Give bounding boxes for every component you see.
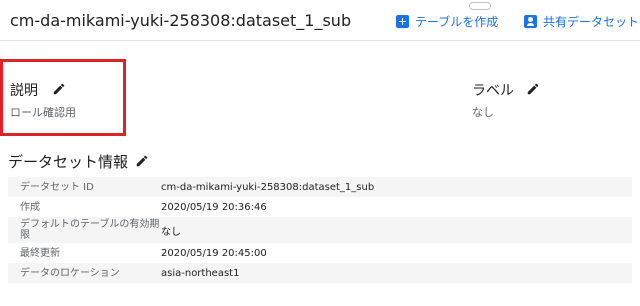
edit-dataset-info-button[interactable] <box>135 154 149 168</box>
info-key: 最終更新 <box>20 247 60 259</box>
person-add-icon <box>524 15 537 28</box>
info-key: データセット ID <box>20 181 94 193</box>
share-dataset-label: 共有データセット <box>543 15 640 29</box>
edit-description-button[interactable] <box>52 82 66 96</box>
dataset-details-panel: cm-da-mikami-yuki-258308:dataset_1_sub テ… <box>0 0 640 306</box>
table-row: 最終更新 2020/05/19 20:45:00 <box>8 243 632 263</box>
labels-label: ラベル <box>472 83 514 99</box>
pencil-icon <box>53 83 65 95</box>
info-value: 2020/05/19 20:36:46 <box>161 201 267 213</box>
table-row: データセット ID cm-da-mikami-yuki-258308:datas… <box>8 177 632 197</box>
share-dataset-button[interactable]: 共有データセット <box>524 13 639 30</box>
info-value: なし <box>161 226 181 238</box>
edit-labels-button[interactable] <box>526 82 540 96</box>
pencil-icon <box>136 155 148 167</box>
info-value: cm-da-mikami-yuki-258308:dataset_1_sub <box>161 181 375 193</box>
info-key: デフォルトのテーブルの有効期限 <box>20 219 160 241</box>
pencil-icon <box>527 83 539 95</box>
dataset-info-table: データセット ID cm-da-mikami-yuki-258308:datas… <box>8 177 632 283</box>
labels-value: なし <box>472 106 494 119</box>
dataset-info-heading: データセット情報 <box>8 153 129 171</box>
table-row: データのロケーション asia-northeast1 <box>8 263 632 283</box>
info-key: データのロケーション <box>20 267 120 279</box>
plus-icon <box>396 15 409 28</box>
create-table-label: テーブルを作成 <box>415 15 499 29</box>
info-key: 作成 <box>20 201 40 213</box>
create-table-button[interactable]: テーブルを作成 <box>396 13 498 30</box>
dataset-title: cm-da-mikami-yuki-258308:dataset_1_sub <box>10 11 352 30</box>
table-row: デフォルトのテーブルの有効期限 なし <box>8 217 632 243</box>
description-value: ロール確認用 <box>10 106 76 119</box>
info-value: 2020/05/19 20:45:00 <box>161 247 267 259</box>
table-row: 作成 2020/05/19 20:36:46 <box>8 197 632 217</box>
dataset-header: cm-da-mikami-yuki-258308:dataset_1_sub テ… <box>0 0 640 41</box>
description-label: 説明 <box>10 83 38 99</box>
info-value: asia-northeast1 <box>161 267 240 279</box>
drag-handle[interactable] <box>469 2 491 10</box>
